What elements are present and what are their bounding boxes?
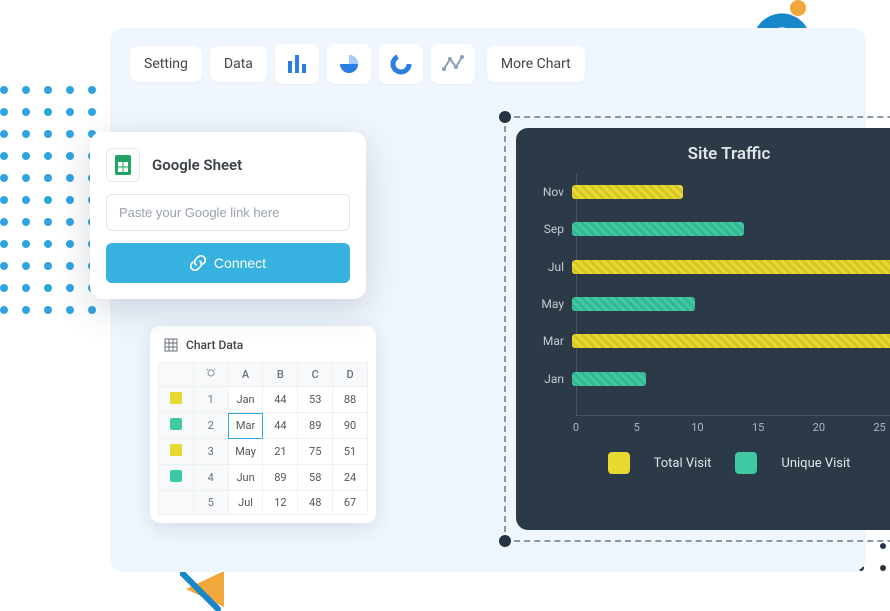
legend-label-total-visit: Total Visit bbox=[654, 456, 712, 471]
chart-data-card: Chart Data ABCD1Jan4453882Mar4489903May2… bbox=[150, 326, 376, 523]
connect-label: Connect bbox=[214, 255, 266, 271]
donut-chart-icon[interactable] bbox=[379, 44, 423, 84]
bar-total-visit bbox=[572, 334, 890, 348]
table-row[interactable]: 2Mar448990 bbox=[159, 413, 368, 439]
x-tick-label: 20 bbox=[813, 421, 825, 434]
table-row[interactable]: 5Jul124867 bbox=[159, 491, 368, 515]
table-row[interactable]: 1Jan445388 bbox=[159, 387, 368, 413]
chart-data-title: Chart Data bbox=[186, 338, 243, 352]
x-tick-label: 10 bbox=[691, 421, 703, 434]
y-tick-label: Sep bbox=[532, 222, 572, 236]
resize-handle-bl[interactable] bbox=[499, 535, 511, 547]
x-tick-label: 25 bbox=[873, 421, 885, 434]
legend-label-unique-visit: Unique Visit bbox=[781, 456, 850, 471]
bar-unique-visit bbox=[572, 222, 744, 236]
data-tab[interactable]: Data bbox=[210, 46, 267, 82]
google-sheet-icon bbox=[106, 148, 140, 182]
chart-plot-area: Nov Sep Jul May Mar Jan 0 5 10 15 20 25 bbox=[532, 174, 890, 434]
line-chart-icon[interactable] bbox=[431, 44, 475, 84]
y-tick-label: Jul bbox=[532, 260, 572, 274]
chart-canvas: Site Traffic Nov Sep Jul May Mar Jan 0 5 10 15 20 2… bbox=[516, 128, 890, 530]
google-link-input[interactable] bbox=[106, 194, 350, 231]
table-row[interactable]: 3May217551 bbox=[159, 439, 368, 465]
y-tick-label: Jan bbox=[532, 372, 572, 386]
toolbar: Setting Data More Chart bbox=[130, 44, 846, 84]
link-icon bbox=[190, 255, 206, 271]
y-tick-label: Nov bbox=[532, 185, 572, 199]
chart-title: Site Traffic bbox=[532, 144, 890, 164]
decorative-dots-left bbox=[0, 86, 96, 314]
y-tick-label: Mar bbox=[532, 334, 572, 348]
chart-data-table[interactable]: ABCD1Jan4453882Mar4489903May2175514Jun89… bbox=[158, 362, 368, 515]
pie-chart-icon[interactable] bbox=[327, 44, 371, 84]
more-chart-button[interactable]: More Chart bbox=[487, 46, 585, 82]
chart-selection-frame[interactable]: Site Traffic Nov Sep Jul May Mar Jan 0 5 10 15 20 2… bbox=[504, 116, 890, 542]
y-tick-label: May bbox=[532, 297, 572, 311]
bar-chart-icon[interactable] bbox=[275, 44, 319, 84]
legend-swatch-unique-visit bbox=[735, 452, 757, 474]
legend-swatch-total-visit bbox=[608, 452, 630, 474]
table-icon bbox=[164, 338, 178, 352]
bar-unique-visit bbox=[572, 297, 695, 311]
setting-tab[interactable]: Setting bbox=[130, 46, 202, 82]
x-axis bbox=[576, 415, 890, 416]
resize-handle-tl[interactable] bbox=[499, 111, 511, 123]
google-sheet-title: Google Sheet bbox=[152, 156, 242, 174]
connect-button[interactable]: Connect bbox=[106, 243, 350, 283]
x-tick-label: 15 bbox=[752, 421, 764, 434]
x-tick-label: 5 bbox=[634, 421, 640, 434]
google-sheet-card: Google Sheet Connect bbox=[90, 132, 366, 299]
bar-total-visit bbox=[572, 185, 683, 199]
chart-legend: Total Visit Unique Visit bbox=[532, 452, 890, 474]
decorative-triangle-icon bbox=[180, 567, 230, 611]
refresh-icon[interactable] bbox=[193, 363, 228, 387]
table-row[interactable]: 4Jun895824 bbox=[159, 465, 368, 491]
bar-unique-visit bbox=[572, 372, 646, 386]
x-tick-label: 0 bbox=[573, 421, 579, 434]
bar-total-visit bbox=[572, 260, 890, 274]
